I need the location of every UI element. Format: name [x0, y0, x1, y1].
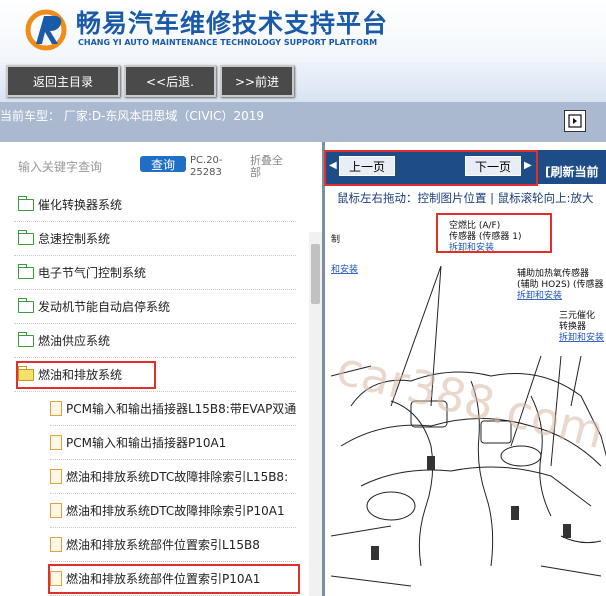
- engine-bay-illustration: 空燃比 (A/F) 传感器 (传感器 1) 拆卸和安装 辅助加热氧传感器 (辅助…: [331, 219, 606, 587]
- pager-toolbar: ◀ 上一页 下一页 ▶ [刷新当前: [325, 150, 606, 184]
- diagram-link[interactable]: 和安装: [331, 263, 358, 275]
- tree-item-label: PCM输入和输出插接器L15B8:带EVAP双通: [66, 402, 296, 416]
- diagram-callout: (辅助 HO2S) (传感器 2): [517, 278, 606, 290]
- scrollbar-thumb[interactable]: [311, 244, 320, 304]
- tree-item-label: 怠速控制系统: [38, 232, 111, 246]
- forward-button[interactable]: >>前进: [220, 65, 294, 97]
- folder-icon: [17, 195, 34, 211]
- search-input[interactable]: 输入关键字查询: [18, 158, 102, 175]
- vehicle-bar: 当前车型： 厂家:D-东风本田思域（CIVIC）2019: [0, 102, 606, 142]
- next-arrow-icon: ▶: [524, 160, 532, 171]
- document-icon: [50, 571, 62, 586]
- prev-arrow-icon: ◀: [329, 160, 337, 171]
- tree-item-label: 电子节气门控制系统: [38, 266, 147, 280]
- tree-doc-dtc-l15b8[interactable]: 燃油和排放系统DTC故障排除索引L15B8:: [50, 460, 296, 494]
- tree-scrollbar[interactable]: [309, 232, 322, 596]
- nav-toolbar: 返回主目录 <<后退. >>前进: [0, 62, 606, 102]
- tree-folder-start-stop[interactable]: 发动机节能自动启停系统: [14, 290, 296, 324]
- folder-icon: [17, 297, 34, 313]
- tree-doc-location-p10a1[interactable]: 燃油和排放系统部件位置索引P10A1: [50, 562, 296, 596]
- diagram-callout: 制: [331, 233, 340, 245]
- directory-panel: 输入关键字查询 查询 PC.20-25283 折叠全部 催化转换器系统 怠速控制…: [0, 142, 322, 596]
- diagram-callout: 空燃比 (A/F): [449, 219, 500, 231]
- tree-folder-catalytic[interactable]: 催化转换器系统: [14, 188, 296, 222]
- app-title: 畅易汽车维修技术支持平台: [76, 9, 389, 38]
- document-code: PC.20-25283: [190, 155, 223, 178]
- viewer-panel: ◀ 上一页 下一页 ▶ [刷新当前 鼠标左右拖动：控制图片位置 | 鼠标滚轮向上…: [322, 142, 606, 596]
- tree-item-label: 燃油和排放系统DTC故障排除索引L15B8:: [66, 470, 289, 484]
- tree-item-label: 催化转换器系统: [38, 198, 123, 212]
- tree-item-label: 燃油和排放系统部件位置索引P10A1: [66, 572, 261, 586]
- diagram-callout: 三元催化: [559, 309, 595, 321]
- next-page-button[interactable]: 下一页: [465, 156, 521, 176]
- viewer-hint: 鼠标左右拖动：控制图片位置 | 鼠标滚轮向上:放大: [337, 191, 594, 205]
- tree-item-label: 燃油和排放系统DTC故障排除索引P10A1: [66, 504, 285, 518]
- folder-open-icon: [17, 365, 34, 381]
- document-icon: [50, 401, 62, 416]
- prev-page-button[interactable]: 上一页: [339, 156, 395, 176]
- folder-icon: [17, 263, 34, 279]
- tree-item-label: 发动机节能自动启停系统: [38, 300, 171, 314]
- document-icon: [50, 503, 62, 518]
- document-icon: [50, 469, 62, 484]
- tree-item-label: 燃油和排放系统部件位置索引L15B8: [66, 538, 260, 552]
- diagram-callout: 传感器 (传感器 1): [449, 230, 521, 242]
- tree-doc-location-l15b8[interactable]: 燃油和排放系统部件位置索引L15B8: [50, 528, 296, 562]
- panel-toggle-icon: [568, 114, 582, 128]
- tree-item-label: 燃油和排放系统: [38, 368, 123, 382]
- app-subtitle: CHANG YI AUTO MAINTENANCE TECHNOLOGY SUP…: [78, 38, 378, 47]
- tree-item-label: 燃油供应系统: [38, 334, 111, 348]
- home-button[interactable]: 返回主目录: [6, 65, 120, 97]
- tree-folder-idle[interactable]: 怠速控制系统: [14, 222, 296, 256]
- app-header: 畅易汽车维修技术支持平台 CHANG YI AUTO MAINTENANCE T…: [0, 0, 606, 62]
- diagram-link[interactable]: 拆卸和安装: [449, 241, 494, 253]
- search-button[interactable]: 查询: [140, 156, 186, 172]
- tree-doc-pcm-l15b8[interactable]: PCM输入和输出插接器L15B8:带EVAP双通: [50, 392, 296, 426]
- app-logo-icon: [25, 9, 67, 51]
- tree-item-label: PCM输入和输出插接器P10A1: [66, 436, 227, 450]
- diagram-callout: 辅助加热氧传感器: [517, 267, 589, 279]
- tree-doc-dtc-p10a1[interactable]: 燃油和排放系统DTC故障排除索引P10A1: [50, 494, 296, 528]
- toggle-panel-button[interactable]: [564, 110, 586, 132]
- tree-folder-fuel-emission[interactable]: 燃油和排放系统: [14, 358, 296, 392]
- tree-doc-pcm-p10a1[interactable]: PCM输入和输出插接器P10A1: [50, 426, 296, 460]
- document-icon: [50, 537, 62, 552]
- tree-folder-fuel-supply[interactable]: 燃油供应系统: [14, 324, 296, 358]
- diagram-callout: 转换器: [559, 320, 586, 332]
- folder-icon: [17, 331, 34, 347]
- collapse-all-link[interactable]: 折叠全部: [250, 155, 290, 179]
- vehicle-info: 当前车型： 厂家:D-东风本田思域（CIVIC）2019: [0, 109, 265, 123]
- folder-icon: [17, 229, 34, 245]
- watermark: car388.com: [332, 341, 606, 459]
- document-icon: [50, 435, 62, 450]
- tree-folder-throttle[interactable]: 电子节气门控制系统: [14, 256, 296, 290]
- refresh-link[interactable]: [刷新当前: [545, 163, 599, 180]
- component-location-diagram[interactable]: 空燃比 (A/F) 传感器 (传感器 1) 拆卸和安装 辅助加热氧传感器 (辅助…: [331, 206, 606, 596]
- diagram-link[interactable]: 拆卸和安装: [559, 331, 604, 343]
- back-button[interactable]: <<后退.: [124, 65, 216, 97]
- diagram-link[interactable]: 拆卸和安装: [517, 289, 562, 301]
